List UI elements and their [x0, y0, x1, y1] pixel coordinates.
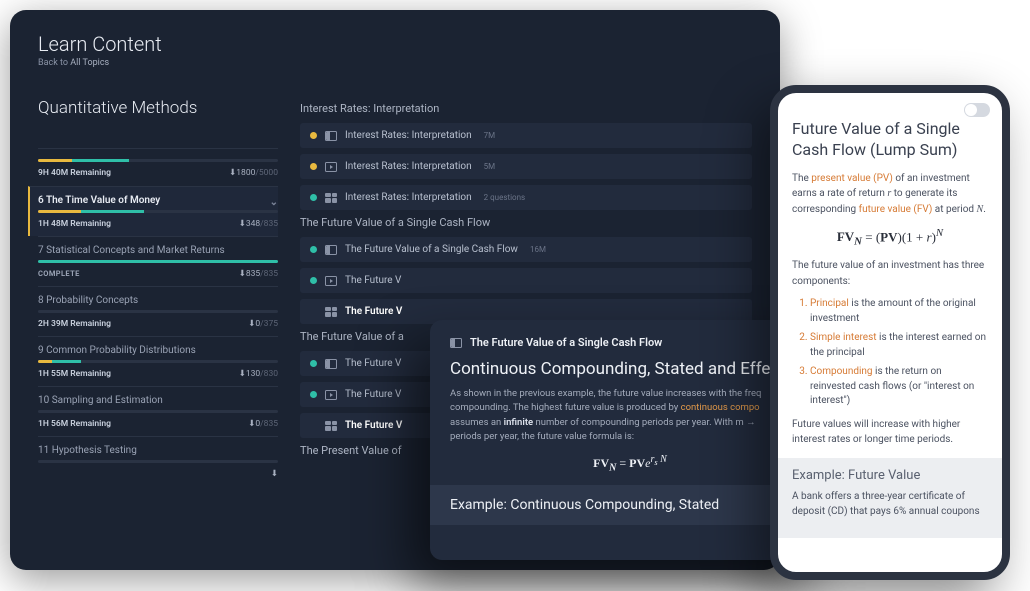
list-item: Compounding is the return on reinvested … [810, 365, 988, 409]
chapter-item[interactable]: 8 Probability Concepts2H 39M Remaining⬇0… [38, 286, 278, 336]
read-icon [325, 359, 337, 369]
overlay-paragraph: As shown in the previous example, the fu… [450, 387, 810, 444]
lesson-title: Interest Rates: Interpretation [345, 192, 472, 203]
chapter-item[interactable]: 7 Statistical Concepts and Market Return… [38, 236, 278, 286]
lesson-title: Interest Rates: Interpretation [345, 130, 472, 141]
read-icon [325, 131, 337, 141]
phone-title: Future Value of a Single Cash Flow (Lump… [792, 119, 988, 161]
lesson-meta: 2 questions [484, 193, 525, 202]
lesson-meta: 7M [484, 131, 495, 140]
status-dot [310, 163, 317, 170]
lesson-row[interactable]: Interest Rates: Interpretation 7M [300, 123, 752, 148]
list-item: Principal is the amount of the original … [810, 297, 988, 326]
overlay-formula: FVN = PVers N [450, 454, 810, 473]
video-icon [325, 162, 337, 172]
breadcrumb: Back to All Topics [38, 58, 752, 68]
lesson-title: Interest Rates: Interpretation [345, 161, 472, 172]
lesson-title: The Future V [345, 389, 401, 400]
quiz-icon [325, 307, 337, 317]
chevron-down-icon: ⌄ [270, 197, 278, 208]
phone-intro: The present value (PV) of an investment … [792, 171, 988, 218]
lesson-title: The Future V [345, 275, 401, 286]
quiz-icon [325, 193, 337, 203]
components-lead: The future value of an investment has th… [792, 258, 988, 289]
lesson-row[interactable]: The Future Value of a Single Cash Flow 16… [300, 237, 752, 262]
read-icon [450, 338, 462, 348]
lesson-title: The Future Value of a Single Cash Flow [345, 244, 518, 255]
status-dot [310, 391, 317, 398]
phone-example-head: Example: Future Value [792, 468, 988, 483]
status-dot [310, 246, 317, 253]
lesson-row[interactable]: The Future V [300, 268, 752, 293]
group-heading: The Future Value of a Single Cash Flow [300, 216, 752, 229]
status-dot [310, 422, 317, 429]
components-list: Principal is the amount of the original … [810, 297, 988, 409]
section-remaining: 9H 40M Remaining [38, 168, 111, 178]
lesson-row[interactable]: Interest Rates: Interpretation 2 question… [300, 185, 752, 210]
status-dot [310, 277, 317, 284]
quiz-icon [325, 421, 337, 431]
section-progress: 9H 40M Remaining ⬇1800/5000 [38, 148, 278, 186]
overlay-crumb: The Future Value of a Single Cash Flow [470, 336, 662, 349]
phone-formula: FVN = (PV)(1 + r)N [792, 227, 988, 248]
status-dot [310, 308, 317, 315]
lesson-title: The Future V [345, 306, 402, 317]
video-icon [325, 276, 337, 286]
lesson-title: The Future V [345, 358, 401, 369]
page-title: Learn Content [38, 32, 752, 56]
read-icon [325, 245, 337, 255]
lesson-meta: 5M [484, 162, 495, 171]
phone-example-body: A bank offers a three-year certificate o… [792, 489, 988, 520]
status-dot [310, 132, 317, 139]
chapter-item[interactable]: 9 Common Probability Distributions1H 55M… [38, 336, 278, 386]
chapter-item[interactable]: 10 Sampling and Estimation1H 56M Remaini… [38, 386, 278, 436]
breadcrumb-link[interactable]: All Topics [70, 58, 109, 68]
group-heading: Interest Rates: Interpretation [300, 102, 752, 115]
overlay-heading: Continuous Compounding, Stated and Effe [450, 359, 810, 379]
lesson-title: The Future V [345, 420, 402, 431]
list-item: Simple interest is the interest earned o… [810, 331, 988, 360]
video-icon [325, 390, 337, 400]
breadcrumb-prefix: Back to [38, 58, 70, 68]
phone-example-box: Example: Future Value A bank offers a th… [778, 458, 1002, 538]
phone-frame: Future Value of a Single Cash Flow (Lump… [770, 85, 1010, 580]
section-title: Quantitative Methods [38, 98, 278, 118]
dark-mode-toggle[interactable] [964, 103, 990, 117]
phone-closing: Future values will increase with higher … [792, 417, 988, 448]
status-dot [310, 360, 317, 367]
chapter-item[interactable]: 6 The Time Value of Money⌄1H 48M Remaini… [28, 186, 278, 236]
sidebar: Quantitative Methods 9H 40M Remaining ⬇1… [38, 98, 278, 554]
chapter-item[interactable]: 11 Hypothesis Testing⬇ [38, 436, 278, 486]
lesson-row[interactable]: Interest Rates: Interpretation 5M [300, 154, 752, 179]
lesson-meta: 16M [530, 245, 546, 254]
status-dot [310, 194, 317, 201]
